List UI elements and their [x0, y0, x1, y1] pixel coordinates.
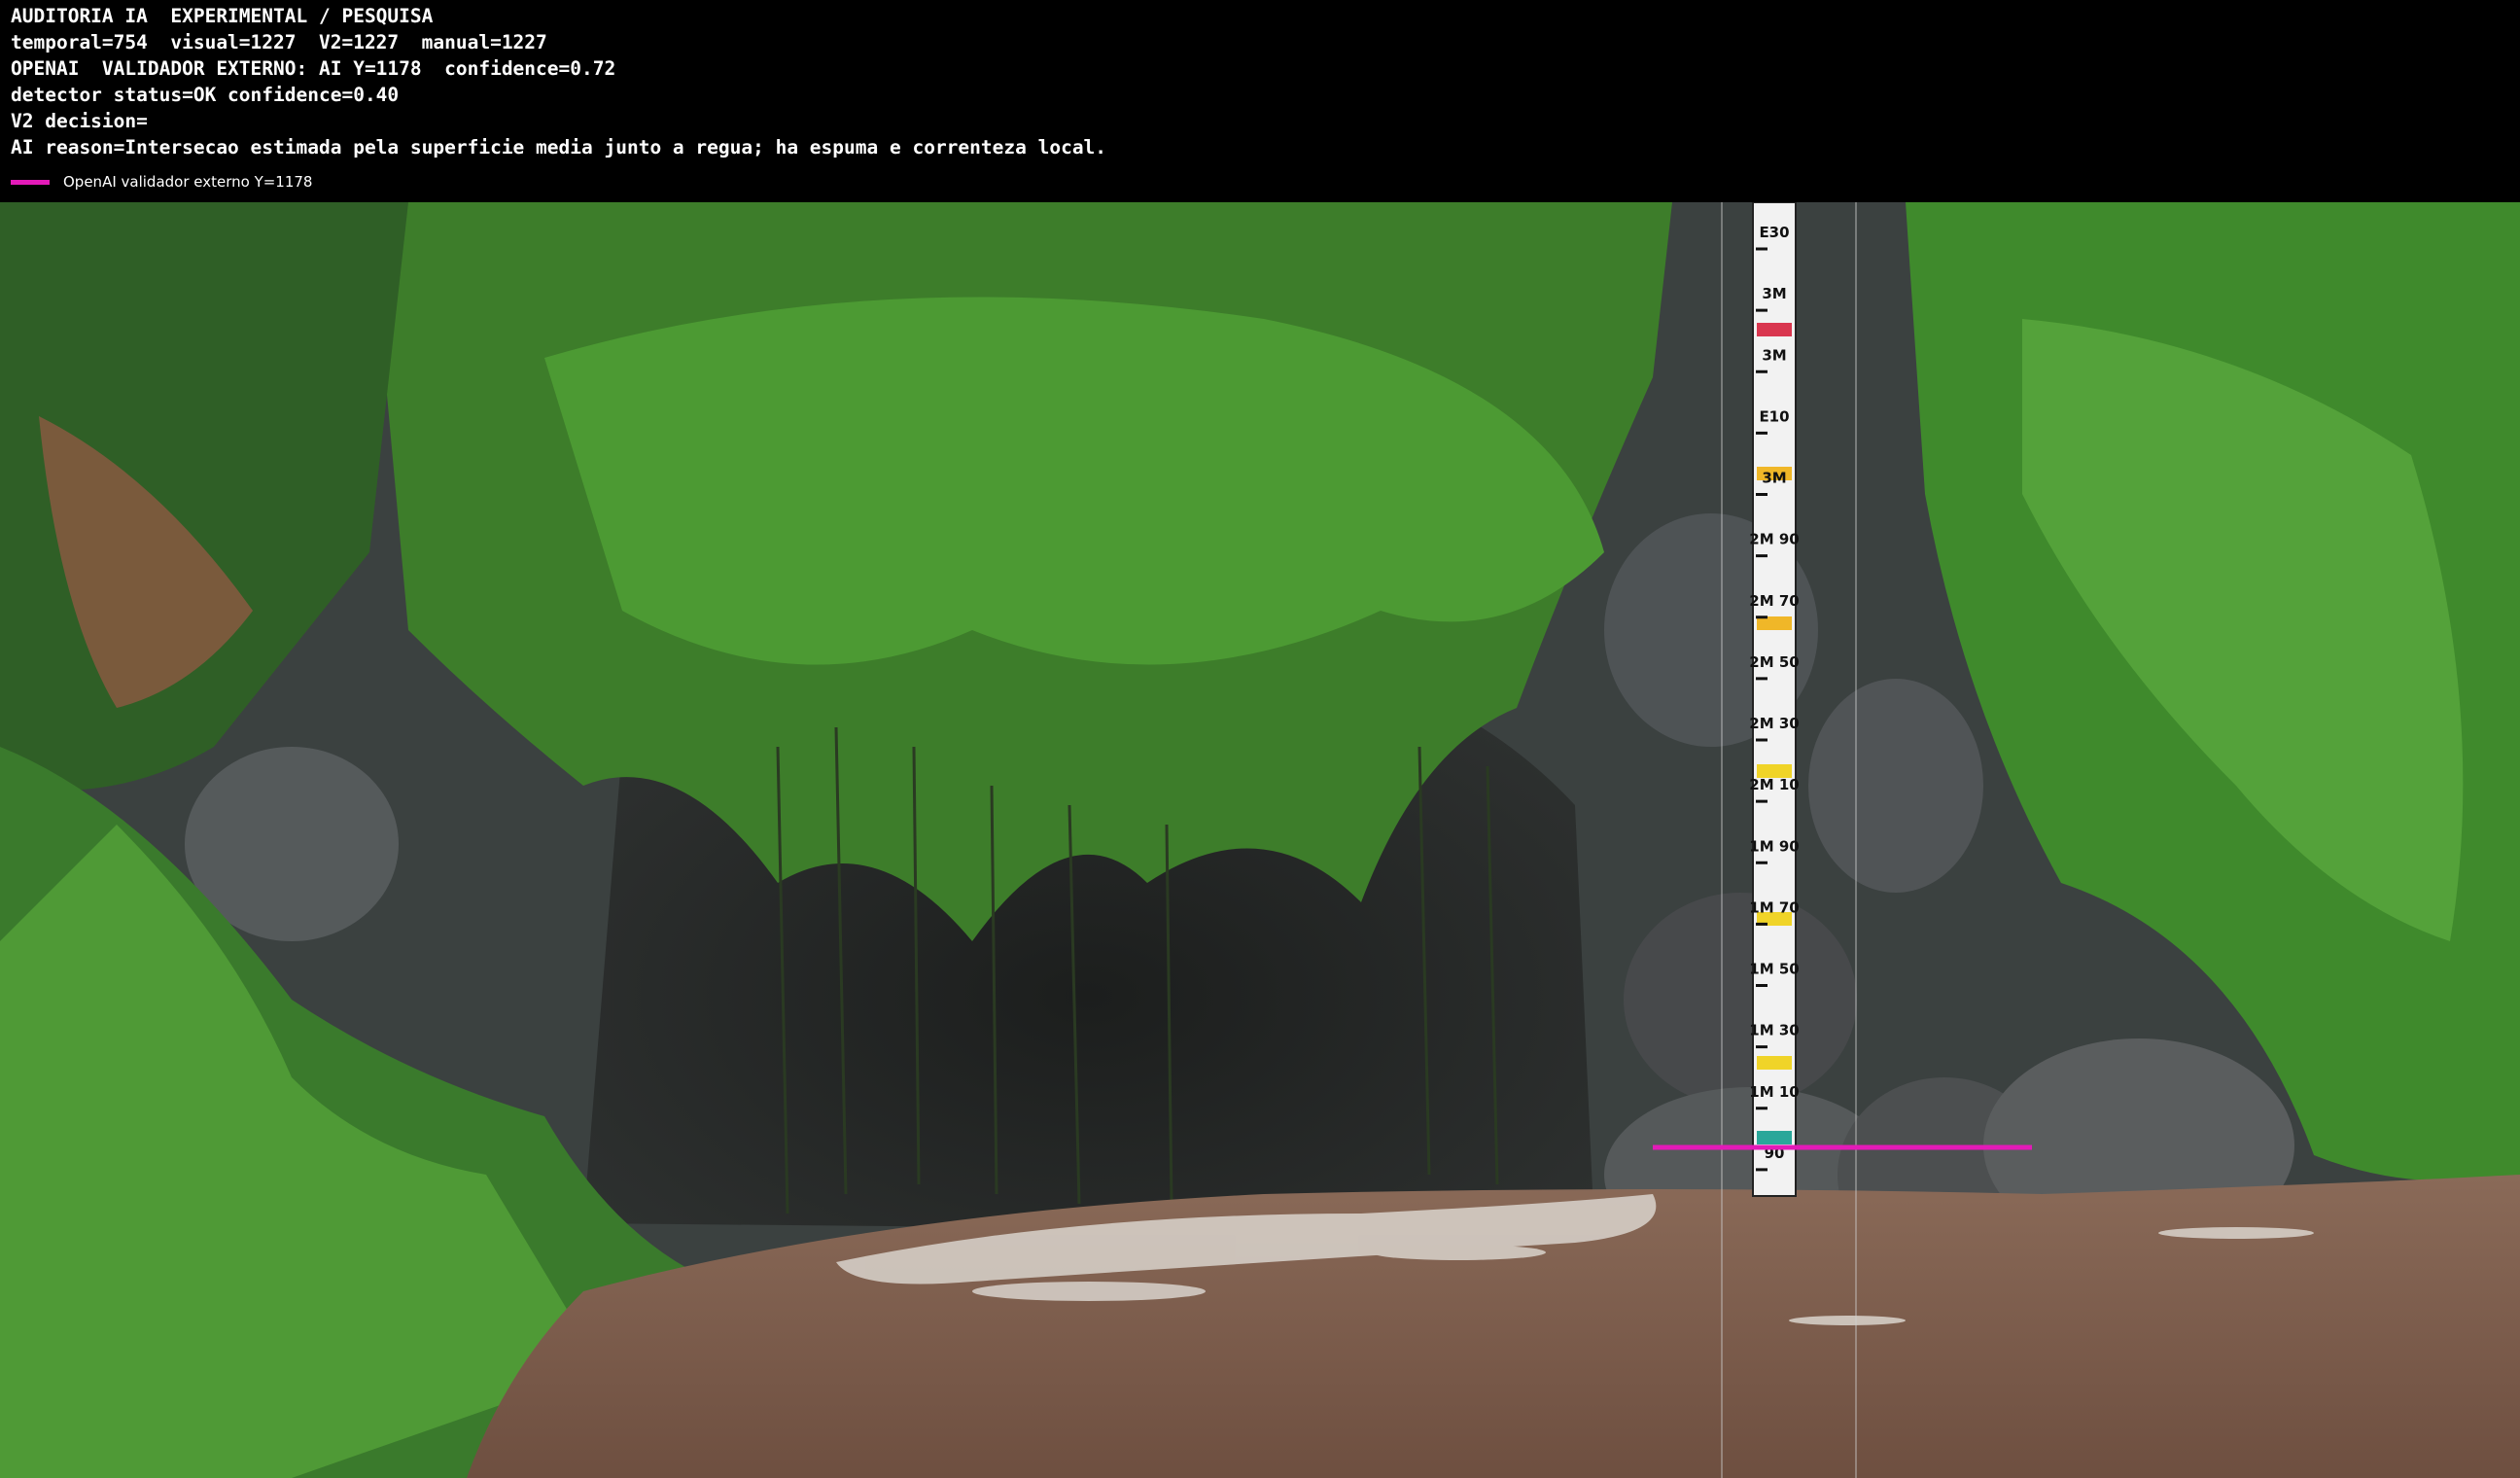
gauge-band-red	[1757, 323, 1792, 336]
gauge-tick-label: E10	[1759, 407, 1789, 425]
legend-openai-line: OpenAI validador externo Y=1178	[11, 171, 312, 193]
gauge-tick-label: 2M 70	[1749, 592, 1799, 610]
overlay-title: AUDITORIA IA EXPERIMENTAL / PESQUISA	[11, 5, 434, 27]
overlay-v2-decision: V2 decision=	[11, 110, 148, 132]
camera-frame: E30 3M 3M E10 3M 2M 90 2M 70 2M 50 2M 30 2M 10 1M …	[0, 202, 2520, 1478]
gauge-tick-label: 1M 90	[1749, 837, 1799, 855]
gauge-tick-label: 3M	[1762, 346, 1786, 364]
overlay-measurements: temporal=754 visual=1227 V2=1227 manual=…	[11, 31, 547, 53]
legend-swatch	[11, 179, 50, 185]
gauge-tick-label: 3M	[1762, 285, 1786, 302]
gauge-tick-label: 2M 50	[1749, 653, 1799, 671]
gauge-tick-label: 1M 50	[1749, 961, 1799, 978]
gauge-tick-label: 3M	[1762, 470, 1786, 487]
audit-overlay-panel: AUDITORIA IA EXPERIMENTAL / PESQUISA tem…	[0, 0, 2520, 202]
staff-gauge: E30 3M 3M E10 3M 2M 90 2M 70 2M 50 2M 30 2M 10 1M …	[1749, 202, 1800, 1197]
overlay-ai-reason: AI reason=Intersecao estimada pela super…	[11, 136, 1107, 158]
gauge-tick-label: 1M 30	[1749, 1022, 1799, 1039]
gauge-tick-label: 1M 70	[1749, 898, 1799, 916]
gauge-tick-label: 1M 10	[1749, 1083, 1799, 1101]
gauge-band-teal	[1757, 1131, 1792, 1144]
legend-label: OpenAI validador externo Y=1178	[63, 173, 313, 191]
gauge-tick-label: 2M 10	[1749, 776, 1799, 793]
overlay-detector-status: detector status=OK confidence=0.40	[11, 84, 400, 106]
gauge-tick-label: E30	[1759, 224, 1789, 241]
gauge-tick-label: 2M 30	[1749, 715, 1799, 732]
overlay-openai-validator: OPENAI VALIDADOR EXTERNO: AI Y=1178 conf…	[11, 57, 616, 80]
gauge-band-yellow	[1757, 1056, 1792, 1070]
gauge-tick-label: 2M 90	[1749, 531, 1799, 548]
